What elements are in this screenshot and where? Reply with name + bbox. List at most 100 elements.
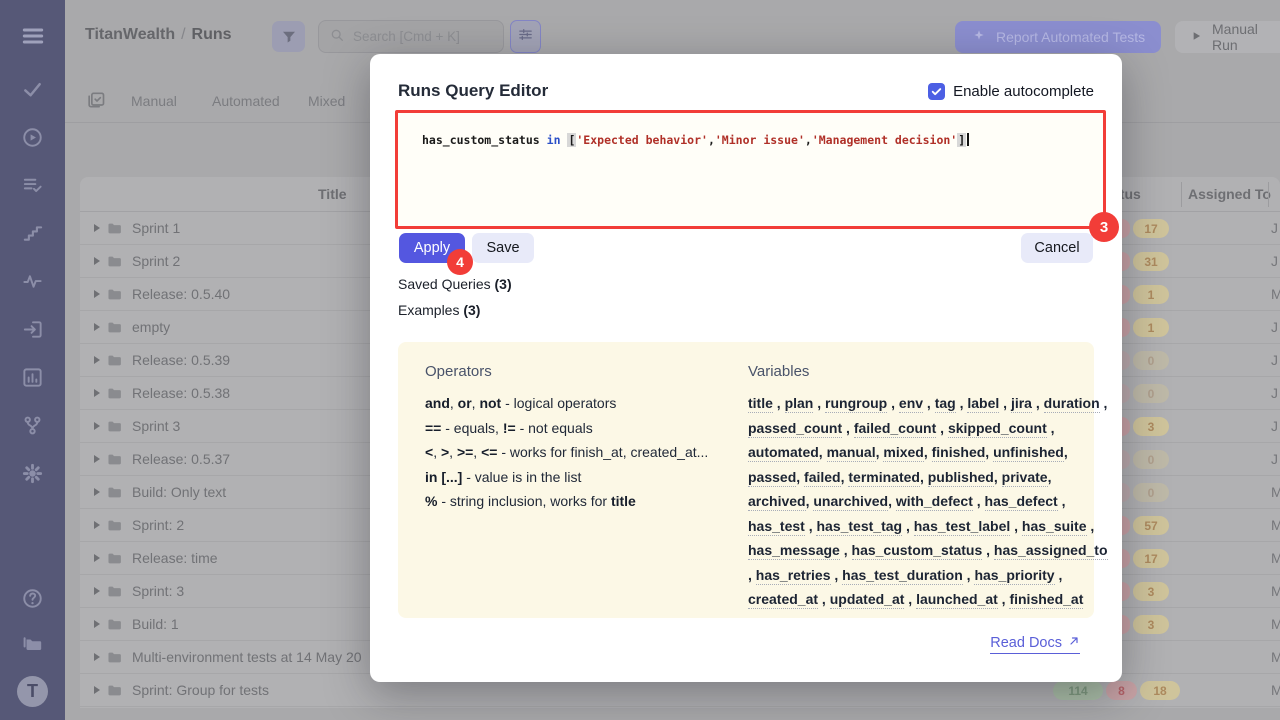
variable-name[interactable]: duration	[1044, 395, 1100, 413]
variable-name[interactable]: tag	[935, 395, 956, 413]
report-check-icon[interactable]	[86, 90, 106, 110]
variable-name[interactable]: env	[899, 395, 923, 413]
saved-queries-link[interactable]: Saved Queries (3)	[398, 276, 512, 292]
query-token-string: 'Expected behavior'	[576, 133, 708, 147]
list-check-icon[interactable]	[21, 174, 44, 197]
folder-stack-icon[interactable]	[21, 631, 45, 655]
query-token-bracket: ]	[957, 133, 966, 147]
breadcrumb-project[interactable]: TitanWealth	[85, 26, 175, 43]
caret-right-icon[interactable]	[94, 653, 100, 661]
play-icon	[1189, 29, 1203, 46]
examples-link[interactable]: Examples (3)	[398, 302, 480, 318]
variable-name[interactable]: jira	[1011, 395, 1032, 413]
variable-name[interactable]: has_test_duration	[842, 567, 963, 585]
variable-list-line: automated, manual, mixed, finished, unfi…	[748, 440, 1108, 465]
variable-name[interactable]: has_custom_status	[852, 542, 983, 560]
bar-chart-icon[interactable]	[21, 366, 44, 389]
variable-name[interactable]: has_test	[748, 518, 805, 536]
menu-icon[interactable]	[20, 23, 46, 49]
gear-icon[interactable]	[21, 462, 44, 485]
variable-name[interactable]: archived	[748, 493, 806, 511]
caret-right-icon[interactable]	[94, 587, 100, 595]
caret-right-icon[interactable]	[94, 389, 100, 397]
skipped-count-badge: 3	[1133, 582, 1169, 601]
variable-name[interactable]: finished	[932, 444, 986, 462]
variable-name[interactable]: plan	[785, 395, 814, 413]
caret-right-icon[interactable]	[94, 554, 100, 562]
folder-icon	[106, 517, 123, 539]
variable-name[interactable]: has_test_tag	[816, 518, 902, 536]
tab-automated[interactable]: Automated	[212, 93, 280, 109]
caret-right-icon[interactable]	[94, 455, 100, 463]
query-editor[interactable]: has_custom_status in ['Expected behavior…	[395, 110, 1106, 229]
save-button[interactable]: Save	[472, 233, 534, 263]
query-settings-button[interactable]	[510, 20, 541, 53]
skipped-count-badge: 17	[1133, 549, 1169, 568]
variable-name[interactable]: unarchived	[813, 493, 888, 511]
variable-name[interactable]: has_test_label	[914, 518, 1011, 536]
query-token-keyword: in	[547, 133, 561, 147]
failed-count-badge: 8	[1106, 681, 1137, 700]
caret-right-icon[interactable]	[94, 620, 100, 628]
caret-right-icon[interactable]	[94, 257, 100, 265]
variable-name[interactable]: manual	[827, 444, 876, 462]
help-icon[interactable]	[21, 587, 44, 610]
read-docs-link[interactable]: Read Docs	[990, 635, 1080, 654]
assignee-initial: J	[1271, 220, 1278, 236]
variable-name[interactable]: has_priority	[974, 567, 1054, 585]
report-automated-tests-button[interactable]: Report Automated Tests	[955, 21, 1161, 53]
app-logo[interactable]: T	[17, 676, 48, 707]
variable-name[interactable]: has_assigned_to	[994, 542, 1108, 560]
variable-name[interactable]: created_at	[748, 591, 818, 609]
variable-name[interactable]: private	[1002, 469, 1048, 487]
run-title: Release: 0.5.40	[132, 286, 230, 302]
variable-name[interactable]: label	[967, 395, 999, 413]
variable-name[interactable]: rungroup	[825, 395, 887, 413]
filter-button[interactable]	[272, 21, 305, 52]
variable-name[interactable]: automated	[748, 444, 819, 462]
variable-name[interactable]: published	[928, 469, 994, 487]
variable-name[interactable]: with_defect	[896, 493, 973, 511]
variable-name[interactable]: mixed	[883, 444, 923, 462]
variable-name[interactable]: has_defect	[985, 493, 1058, 511]
caret-right-icon[interactable]	[94, 686, 100, 694]
check-icon[interactable]	[21, 78, 44, 101]
caret-right-icon[interactable]	[94, 521, 100, 529]
run-title: Sprint: 3	[132, 583, 184, 599]
branch-icon[interactable]	[21, 414, 44, 437]
autocomplete-toggle[interactable]: Enable autocomplete	[928, 83, 1094, 100]
variable-name[interactable]: title	[748, 395, 773, 413]
steps-icon[interactable]	[21, 222, 44, 245]
caret-right-icon[interactable]	[94, 290, 100, 298]
variable-name[interactable]: failed_count	[854, 420, 936, 438]
caret-right-icon[interactable]	[94, 224, 100, 232]
search-input[interactable]: Search [Cmd + K]	[318, 20, 504, 53]
variable-name[interactable]: passed_count	[748, 420, 842, 438]
caret-right-icon[interactable]	[94, 323, 100, 331]
variable-name[interactable]: has_retries	[756, 567, 831, 585]
variable-name[interactable]: finished_at	[1009, 591, 1083, 609]
caret-right-icon[interactable]	[94, 488, 100, 496]
assignee-initial: J	[1271, 418, 1278, 434]
variable-name[interactable]: updated_at	[830, 591, 905, 609]
variable-name[interactable]: unfinished	[993, 444, 1064, 462]
variable-name[interactable]: launched_at	[916, 591, 998, 609]
variable-name[interactable]: passed	[748, 469, 796, 487]
manual-run-button[interactable]: Manual Run	[1175, 21, 1280, 53]
checkbox-checked-icon[interactable]	[928, 83, 945, 100]
variable-name[interactable]: has_suite	[1022, 518, 1087, 536]
caret-right-icon[interactable]	[94, 422, 100, 430]
variable-name[interactable]: skipped_count	[948, 420, 1047, 438]
cancel-button[interactable]: Cancel	[1021, 233, 1093, 263]
variable-name[interactable]: has_message	[748, 542, 840, 560]
pulse-icon[interactable]	[21, 270, 44, 293]
caret-right-icon[interactable]	[94, 356, 100, 364]
tab-mixed[interactable]: Mixed	[308, 93, 345, 109]
play-circle-icon[interactable]	[21, 126, 44, 149]
column-title[interactable]: Title	[318, 186, 347, 202]
variable-name[interactable]: failed	[804, 469, 841, 487]
column-assigned-to[interactable]: Assigned To	[1188, 186, 1271, 202]
sign-in-icon[interactable]	[21, 318, 44, 341]
tab-manual[interactable]: Manual	[131, 93, 177, 109]
variable-name[interactable]: terminated	[848, 469, 920, 487]
